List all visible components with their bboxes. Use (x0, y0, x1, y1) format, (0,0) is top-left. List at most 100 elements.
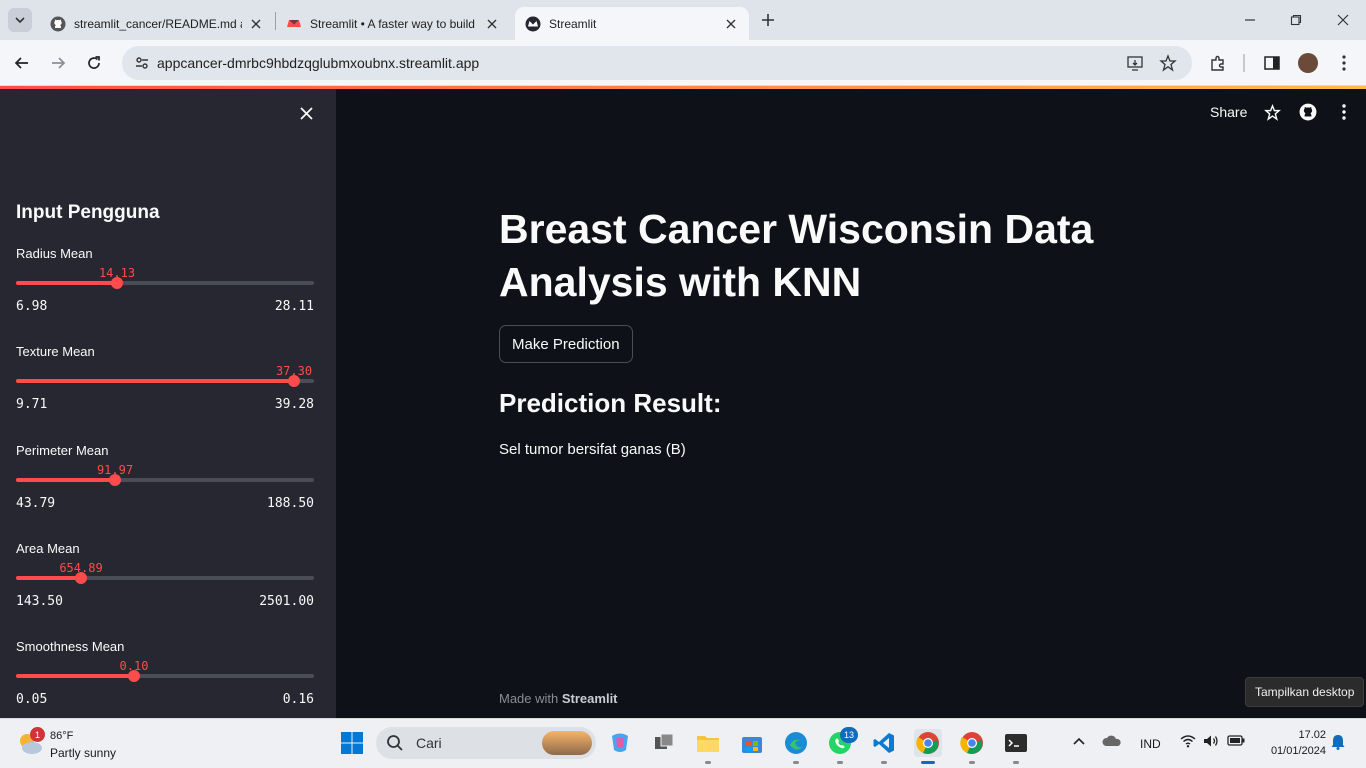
minimize-button[interactable] (1240, 10, 1260, 30)
chrome-profile-icon[interactable] (958, 729, 986, 757)
file-explorer-icon[interactable] (694, 729, 722, 757)
weather-notification-badge: 1 (30, 727, 45, 742)
reload-icon (88, 56, 100, 69)
site-settings-icon[interactable] (134, 55, 150, 71)
extensions-icon[interactable] (1207, 52, 1229, 74)
url-text[interactable]: appcancer-dmrbc9hbdzqglubmxoubnx.streaml… (157, 55, 479, 71)
tab-title: Streamlit (549, 16, 597, 31)
slider-thumb[interactable] (109, 474, 121, 486)
tab-streamlit-home[interactable]: Streamlit • A faster way to build (276, 7, 510, 40)
taskbar: 1 86°F Partly sunny Cari 13 IND 17.02 01… (0, 718, 1366, 768)
address-bar[interactable]: appcancer-dmrbc9hbdzqglubmxoubnx.streaml… (122, 46, 1192, 80)
copilot-icon[interactable] (606, 729, 634, 757)
slider-perimeter-mean[interactable]: Perimeter Mean 91.97 43.79 188.50 (16, 443, 314, 525)
task-view-icon[interactable] (650, 729, 678, 757)
slider-track[interactable] (16, 576, 314, 580)
slider-fill (16, 379, 294, 383)
side-panel-icon[interactable] (1261, 52, 1283, 74)
edge-icon[interactable] (782, 729, 810, 757)
slider-track[interactable] (16, 674, 314, 678)
notification-bell-icon[interactable] (1331, 734, 1345, 753)
terminal-icon[interactable] (1002, 729, 1030, 757)
tab-title: Streamlit • A faster way to build (310, 16, 475, 31)
reload-button[interactable] (83, 52, 105, 74)
slider-min-value: 9.71 (16, 397, 48, 412)
browser-menu-icon[interactable] (1333, 52, 1355, 74)
sidebar: Input Pengguna Radius Mean 14.13 6.98 28.11… (0, 89, 336, 718)
vscode-icon[interactable] (870, 729, 898, 757)
tab-streamlit-app[interactable]: Streamlit (515, 7, 749, 40)
toolbar-divider (1243, 54, 1245, 72)
page-title: Breast Cancer Wisconsin Data Analysis wi… (499, 206, 1094, 305)
footer-prefix: Made with (499, 691, 559, 706)
show-desktop-tooltip: Tampilkan desktop (1245, 677, 1365, 707)
prediction-result-heading: Prediction Result: (499, 388, 722, 418)
slider-max-value: 28.11 (274, 299, 314, 314)
clock-time: 17.02 (1298, 729, 1326, 741)
make-prediction-button[interactable]: Make Prediction (499, 325, 633, 363)
restore-icon (1290, 14, 1302, 26)
footer-streamlit-link[interactable]: Streamlit (562, 691, 618, 706)
slider-smoothness-mean[interactable]: Smoothness Mean 0.10 0.05 0.16 (16, 639, 314, 718)
star-icon[interactable] (1262, 101, 1282, 123)
bookmark-star-icon[interactable] (1159, 54, 1177, 72)
weather-temperature: 86°F (50, 730, 74, 742)
running-indicator-active (921, 761, 935, 764)
language-indicator[interactable]: IND (1140, 737, 1161, 751)
slider-texture-mean[interactable]: Texture Mean 37.30 9.71 39.28 (16, 344, 314, 426)
profile-avatar[interactable] (1297, 52, 1319, 74)
wifi-icon[interactable] (1180, 734, 1196, 751)
back-button[interactable] (11, 52, 33, 74)
volume-icon[interactable] (1203, 734, 1219, 751)
slider-track[interactable] (16, 281, 314, 285)
slider-thumb[interactable] (288, 375, 300, 387)
new-tab-button[interactable] (758, 10, 778, 30)
running-indicator (837, 761, 843, 764)
slider-fill (16, 478, 115, 482)
running-indicator (881, 761, 887, 764)
onedrive-icon[interactable] (1102, 734, 1122, 751)
streamlit-crown-icon (525, 16, 541, 32)
slider-track[interactable] (16, 478, 314, 482)
weather-widget[interactable]: 1 86°F Partly sunny (16, 727, 156, 761)
slider-radius-mean[interactable]: Radius Mean 14.13 6.98 28.11 (16, 246, 314, 328)
app-menu-icon[interactable] (1334, 101, 1354, 123)
search-placeholder: Cari (416, 735, 442, 751)
plus-icon (762, 14, 774, 26)
slider-thumb[interactable] (111, 277, 123, 289)
battery-icon[interactable] (1227, 735, 1245, 749)
running-indicator (793, 761, 799, 764)
sidebar-close-button[interactable] (296, 103, 316, 123)
slider-max-value: 2501.00 (259, 594, 314, 609)
install-app-icon[interactable] (1126, 54, 1144, 72)
show-hidden-icons-chevron[interactable] (1072, 735, 1086, 749)
slider-track[interactable] (16, 379, 314, 383)
slider-thumb[interactable] (75, 572, 87, 584)
arrow-left-icon (14, 57, 28, 69)
tab-readme[interactable]: streamlit_cancer/README.md a (40, 7, 274, 40)
close-tab-icon[interactable] (484, 16, 500, 32)
github-icon[interactable] (1298, 101, 1318, 123)
close-tab-icon[interactable] (248, 16, 264, 32)
windows-start-icon[interactable] (338, 729, 366, 757)
slider-min-value: 143.50 (16, 594, 63, 609)
close-icon (1337, 14, 1349, 26)
search-highlight-image (542, 731, 592, 755)
footer: Made with Streamlit (499, 691, 618, 706)
tab-search-button[interactable] (8, 8, 32, 32)
slider-area-mean[interactable]: Area Mean 654.89 143.50 2501.00 (16, 541, 314, 623)
microsoft-store-icon[interactable] (738, 729, 766, 757)
slider-label: Radius Mean (16, 246, 93, 261)
github-icon (50, 16, 66, 32)
minimize-icon (1245, 19, 1255, 21)
system-clock[interactable]: 17.02 01/01/2024 (1256, 727, 1326, 759)
forward-button[interactable] (47, 52, 69, 74)
restore-button[interactable] (1286, 10, 1306, 30)
chrome-icon-active[interactable] (914, 729, 942, 757)
share-button[interactable]: Share (1210, 101, 1247, 123)
close-tab-icon[interactable] (723, 16, 739, 32)
taskbar-search[interactable]: Cari (376, 727, 596, 759)
avatar (1298, 53, 1318, 73)
close-window-button[interactable] (1333, 10, 1353, 30)
slider-thumb[interactable] (128, 670, 140, 682)
